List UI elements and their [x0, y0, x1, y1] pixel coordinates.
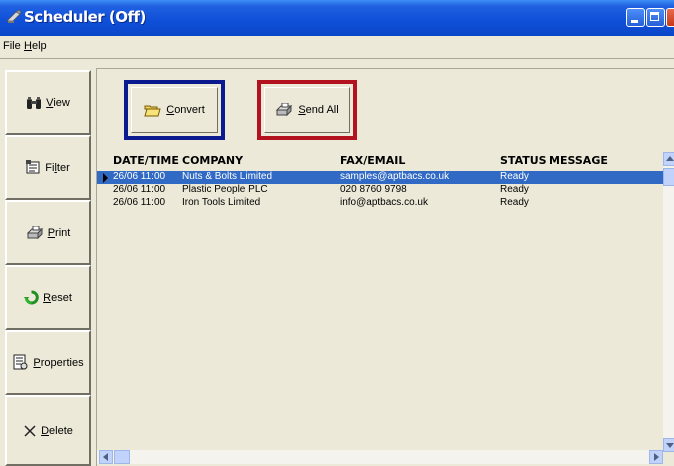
vertical-scrollbar[interactable]: [663, 152, 674, 452]
table-row[interactable]: 26/06 11:00 Plastic People PLC 020 8760 …: [97, 184, 663, 197]
scroll-down-button[interactable]: [663, 438, 674, 452]
chevron-down-icon: [666, 443, 674, 448]
main-panel: Convert Send All DATE/TIME COMPANY FAX/E…: [96, 68, 674, 466]
maximize-button[interactable]: [646, 8, 665, 27]
cell-fax-email: info@aptbacs.co.uk: [340, 197, 428, 208]
title-bar[interactable]: Scheduler (Off): [0, 0, 674, 36]
window-title: Scheduler (Off): [24, 8, 146, 26]
cell-status: Ready: [500, 171, 529, 182]
send-all-button[interactable]: Send All: [257, 80, 357, 140]
row-pointer-icon: [103, 173, 108, 183]
send-all-label: Send All: [298, 104, 339, 116]
delete-icon: [24, 424, 36, 437]
chevron-up-icon: [666, 156, 674, 161]
cell-datetime: 26/06 11:00: [113, 197, 166, 208]
cell-company: Iron Tools Limited: [182, 197, 261, 208]
vertical-scroll-thumb[interactable]: [663, 168, 674, 186]
scroll-right-button[interactable]: [649, 450, 663, 464]
properties-label: Properties: [33, 356, 84, 369]
cell-company: Nuts & Bolts Limited: [182, 171, 273, 182]
view-button[interactable]: View: [5, 70, 91, 135]
sidebar: View Filter Print Reset Properties Delet…: [5, 70, 91, 466]
printer-icon: [26, 225, 43, 239]
column-datetime[interactable]: DATE/TIME: [113, 154, 179, 167]
column-message[interactable]: MESSAGE: [549, 154, 608, 167]
view-label: View: [46, 96, 70, 109]
delete-label: Delete: [41, 424, 73, 437]
delete-button[interactable]: Delete: [5, 395, 91, 466]
scroll-left-button[interactable]: [99, 450, 113, 464]
properties-icon: [13, 354, 28, 370]
reset-icon: [24, 290, 39, 305]
chevron-left-icon: [103, 453, 108, 461]
column-company[interactable]: COMPANY: [182, 154, 243, 167]
horizontal-scroll-thumb[interactable]: [114, 450, 130, 464]
printer-icon: [276, 103, 293, 117]
print-button[interactable]: Print: [5, 200, 91, 265]
binoculars-icon: [27, 96, 42, 109]
table-row[interactable]: 26/06 11:00 Iron Tools Limited info@aptb…: [97, 197, 663, 210]
properties-button[interactable]: Properties: [5, 330, 91, 395]
cell-fax-email: samples@aptbacs.co.uk: [340, 171, 450, 182]
cell-datetime: 26/06 11:00: [113, 171, 166, 182]
column-status[interactable]: STATUS: [500, 154, 547, 167]
convert-button[interactable]: Convert: [124, 80, 225, 140]
reset-label: Reset: [43, 291, 72, 304]
column-fax-email[interactable]: FAX/EMAIL: [340, 154, 405, 167]
menu-help[interactable]: Help: [24, 40, 47, 52]
horizontal-scrollbar[interactable]: [97, 450, 663, 464]
minimize-button[interactable]: [626, 8, 645, 27]
close-button[interactable]: [666, 8, 674, 27]
convert-label: Convert: [166, 104, 205, 116]
scroll-up-button[interactable]: [663, 152, 674, 166]
cell-status: Ready: [500, 197, 529, 208]
print-label: Print: [47, 226, 71, 239]
filter-icon: [26, 160, 40, 174]
list-header: DATE/TIME COMPANY FAX/EMAIL STATUS MESSA…: [97, 154, 657, 170]
cell-status: Ready: [500, 184, 529, 195]
cell-fax-email: 020 8760 9798: [340, 184, 407, 195]
cell-datetime: 26/06 11:00: [113, 184, 166, 195]
cell-company: Plastic People PLC: [182, 184, 268, 195]
open-folder-icon: [144, 105, 161, 116]
filter-button[interactable]: Filter: [5, 135, 91, 200]
table-row[interactable]: 26/06 11:00 Nuts & Bolts Limited samples…: [97, 171, 663, 184]
app-icon: [6, 9, 22, 23]
chevron-right-icon: [654, 453, 659, 461]
reset-button[interactable]: Reset: [5, 265, 91, 330]
filter-label: Filter: [45, 161, 70, 174]
menu-bar: File Help: [0, 36, 674, 59]
menu-file[interactable]: File: [3, 40, 21, 52]
